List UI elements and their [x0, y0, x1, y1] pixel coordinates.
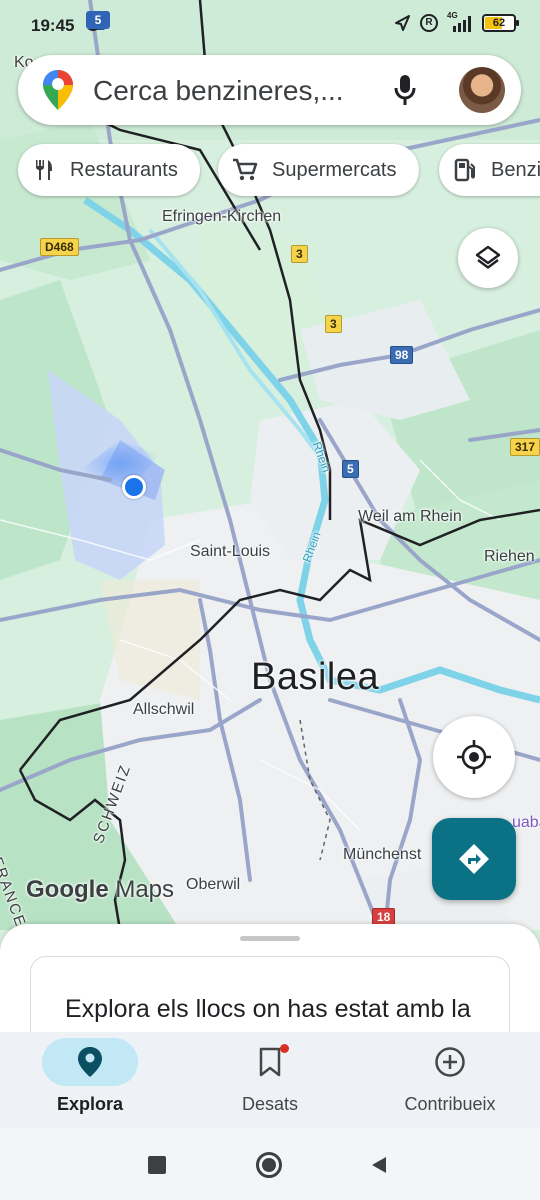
battery-icon: 62 — [482, 14, 519, 32]
location-pin-icon — [78, 1047, 102, 1077]
chip-label: Supermercats — [272, 158, 397, 181]
map-label-right-edge: uaba — [512, 814, 540, 831]
nav-explore-label: Explora — [56, 1094, 124, 1114]
recent-apps-button[interactable] — [142, 1150, 172, 1180]
map-label-efringen-kirchen: Efringen-Kirchen — [162, 208, 282, 225]
timeline-card[interactable]: Explora els llocs on has estat amb la cr… — [30, 956, 510, 1044]
navigation-arrow-icon — [395, 15, 410, 31]
map-label-saint-louis: Saint-Louis — [190, 543, 271, 560]
map-label-munchenstein: Münchenst — [343, 846, 422, 863]
search-bar[interactable]: Cerca benzineres,... — [18, 55, 521, 125]
road-shield-3b: 3 — [325, 315, 342, 333]
status-icons: R 4G 62 — [393, 11, 519, 32]
battery-level: 62 — [492, 17, 506, 29]
layers-icon — [475, 245, 501, 269]
microphone-icon[interactable] — [394, 74, 416, 106]
nav-contribute-label: Contribueix — [404, 1094, 496, 1114]
road-shield-5: 5 — [342, 460, 359, 478]
shopping-cart-icon — [233, 158, 258, 181]
nav-contribute[interactable]: Contribueix — [360, 1032, 540, 1128]
fork-knife-icon — [36, 160, 52, 180]
chip-gas-stations[interactable]: Benzi — [439, 144, 540, 196]
nav-explore[interactable]: Explora — [0, 1032, 180, 1128]
map-label-allschwil: Allschwil — [133, 701, 195, 718]
chip-restaurants[interactable]: Restaurants — [18, 144, 200, 196]
my-location-button[interactable] — [433, 716, 515, 798]
back-triangle-icon — [372, 1157, 386, 1173]
google-maps-pin-icon — [43, 70, 73, 110]
nav-saved-label: Desats — [241, 1094, 299, 1114]
notification-dot — [280, 1044, 289, 1053]
directions-icon — [459, 844, 489, 874]
home-button[interactable] — [254, 1150, 284, 1180]
nav-saved[interactable]: Desats — [180, 1032, 360, 1128]
current-location-dot — [122, 475, 146, 499]
crosshair-icon — [457, 740, 491, 774]
map-label-basilea[interactable]: Basilea — [251, 656, 379, 699]
map-label-riehen: Riehen — [484, 548, 535, 565]
watermark-google: Google — [26, 876, 109, 903]
chip-label: Benzi — [491, 158, 540, 181]
map-label-oberwil: Oberwil — [186, 876, 241, 893]
chip-supermarkets[interactable]: Supermercats — [218, 144, 419, 196]
google-maps-watermark: Google Maps — [26, 876, 174, 904]
watermark-maps: Maps — [115, 876, 175, 903]
road-shield-98: 98 — [390, 346, 414, 364]
network-type: 4G — [447, 11, 458, 20]
nav-saved-pill — [222, 1038, 318, 1086]
add-circle-icon — [435, 1047, 465, 1077]
sheet-drag-handle[interactable] — [240, 936, 300, 941]
search-input[interactable]: Cerca benzineres,... — [93, 75, 393, 107]
map-label-weil-am-rhein: Weil am Rhein — [358, 508, 462, 525]
square-icon — [148, 1156, 166, 1174]
layers-button[interactable] — [458, 228, 518, 288]
home-circle-icon — [256, 1152, 282, 1178]
status-bar: 19:45 5 R 4G 62 — [0, 0, 540, 48]
road-shield-d468: D468 — [40, 238, 79, 256]
bottom-navigation: Explora Desats Contribueix — [0, 1032, 540, 1128]
registered-icon: R — [420, 14, 438, 32]
user-avatar[interactable] — [459, 67, 505, 113]
road-shield-3a: 3 — [291, 245, 308, 263]
road-shield-317: 317 — [510, 438, 540, 456]
status-badge: 5 — [86, 11, 110, 29]
nav-explore-pill — [42, 1038, 138, 1086]
chip-label: Restaurants — [70, 158, 178, 181]
bottom-sheet[interactable]: Explora els llocs on has estat amb la cr… — [0, 924, 540, 1044]
signal-icon: 4G — [447, 11, 473, 32]
system-navigation-bar — [0, 1128, 540, 1200]
status-time: 19:45 — [31, 16, 75, 35]
back-button[interactable] — [364, 1150, 394, 1180]
nav-contribute-pill — [402, 1038, 498, 1086]
gas-station-icon — [454, 158, 475, 182]
bookmark-icon — [259, 1047, 281, 1077]
category-chips: Restaurants Supermercats Benzi — [18, 144, 540, 198]
directions-button[interactable] — [432, 818, 516, 900]
